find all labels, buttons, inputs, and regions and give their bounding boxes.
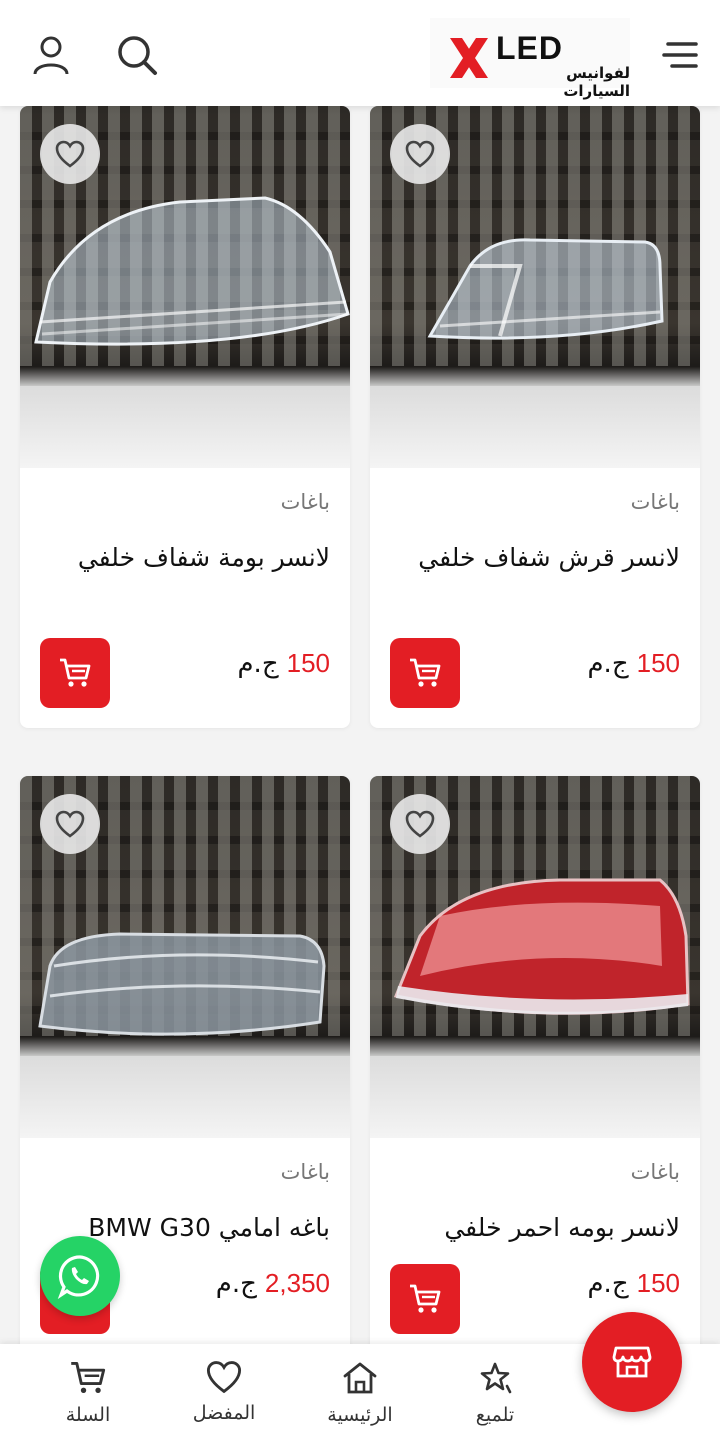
store-button[interactable] <box>582 1312 682 1412</box>
product-title[interactable]: لانسر قرش شفاف خلفي <box>390 536 680 580</box>
logo-subtitle: لفوانيس السيارات <box>563 64 630 100</box>
heart-icon <box>55 140 85 168</box>
cart-icon <box>71 1362 106 1393</box>
app-header: LED لفوانيس السيارات <box>0 0 720 106</box>
price-amount: 2,350 <box>264 1268 330 1298</box>
product-price: 2,350ج.م <box>216 1268 330 1299</box>
favorite-button[interactable] <box>390 794 450 854</box>
nav-label: المفضل <box>192 1402 256 1424</box>
nav-item-home[interactable]: الرئيسية <box>295 1360 425 1426</box>
nav-item-cart[interactable]: السلة <box>23 1360 153 1426</box>
price-currency: ج.م <box>587 649 629 679</box>
add-to-cart-button[interactable] <box>40 638 110 708</box>
heart-icon <box>55 810 85 838</box>
nav-item-polish[interactable]: تلميع <box>430 1360 560 1426</box>
add-to-cart-button[interactable] <box>390 1264 460 1334</box>
cart-icon <box>410 1284 441 1313</box>
tail-light-image <box>393 878 690 1015</box>
home-icon <box>343 1362 377 1394</box>
nav-label: الرئيسية <box>327 1404 393 1426</box>
favorite-button[interactable] <box>390 124 450 184</box>
price-amount: 150 <box>636 648 680 678</box>
product-brand: باغات <box>630 1160 680 1184</box>
nav-label: تلميع <box>475 1404 515 1426</box>
whatsapp-icon <box>57 1255 100 1299</box>
product-price: 150ج.م <box>587 1268 680 1299</box>
price-amount: 150 <box>286 648 330 678</box>
favorite-button[interactable] <box>40 124 100 184</box>
favorite-button[interactable] <box>40 794 100 854</box>
price-currency: ج.م <box>237 649 279 679</box>
nav-label: السلة <box>65 1404 111 1426</box>
cart-icon <box>60 658 91 687</box>
product-title[interactable]: لانسر بومه احمر خلفي <box>390 1206 680 1250</box>
sparkle-star-icon <box>480 1362 512 1394</box>
add-to-cart-button[interactable] <box>390 638 460 708</box>
tail-light-image <box>34 196 350 346</box>
nav-item-favorites[interactable]: المفضل <box>159 1360 289 1424</box>
cart-icon <box>410 658 441 687</box>
product-price: 150ج.م <box>587 648 680 679</box>
headlight-image <box>38 932 326 1036</box>
heart-icon <box>206 1361 242 1394</box>
product-card[interactable]: باغات لانسر بومه احمر خلفي 150ج.م <box>370 776 700 1356</box>
user-icon[interactable] <box>30 34 72 76</box>
price-currency: ج.م <box>215 1269 257 1299</box>
product-brand: باغات <box>280 490 330 514</box>
product-card[interactable]: باغات لانسر قرش شفاف خلفي 150ج.م <box>370 106 700 728</box>
store-icon <box>612 1346 652 1378</box>
whatsapp-chat-button[interactable] <box>40 1236 120 1316</box>
logo-x-mark <box>450 38 488 78</box>
price-amount: 150 <box>636 1268 680 1298</box>
brand-logo[interactable]: LED لفوانيس السيارات <box>430 18 630 100</box>
hamburger-menu-icon[interactable] <box>660 38 700 72</box>
product-card[interactable]: باغات لانسر بومة شفاف خلفي 150ج.م <box>20 106 350 728</box>
heart-icon <box>405 810 435 838</box>
price-currency: ج.م <box>587 1269 629 1299</box>
product-brand: باغات <box>630 490 680 514</box>
product-title[interactable]: لانسر بومة شفاف خلفي <box>40 536 330 580</box>
heart-icon <box>405 140 435 168</box>
product-price: 150ج.م <box>237 648 330 679</box>
product-brand: باغات <box>280 1160 330 1184</box>
tail-light-image <box>427 238 664 340</box>
search-icon[interactable] <box>114 32 160 78</box>
logo-text: LED <box>496 30 563 66</box>
